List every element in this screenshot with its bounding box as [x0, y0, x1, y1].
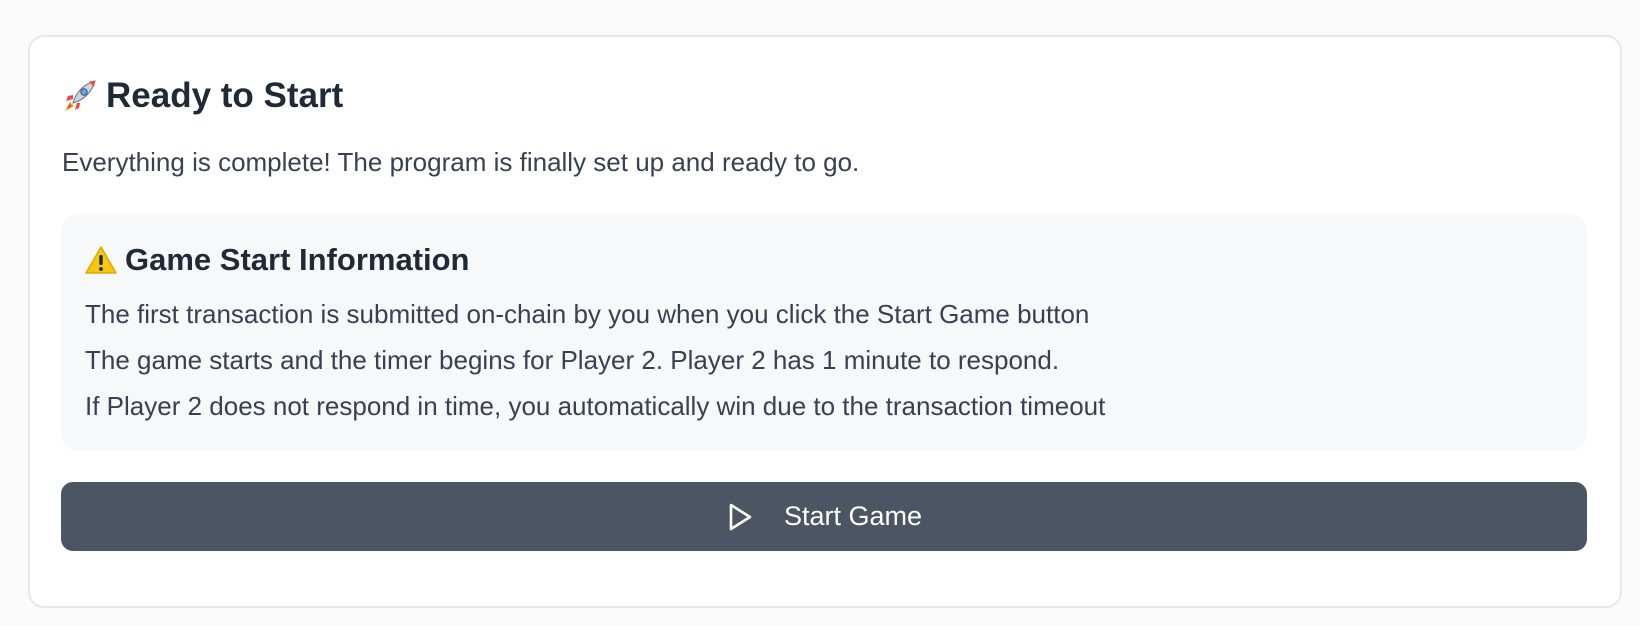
- start-game-button[interactable]: Start Game: [61, 482, 1587, 551]
- info-title-text: Game Start Information: [125, 242, 470, 277]
- rocket-icon: [62, 78, 98, 114]
- card-title-text: Ready to Start: [106, 76, 344, 115]
- play-icon: [726, 502, 754, 532]
- game-start-info-box: Game Start Information The first transac…: [61, 214, 1587, 451]
- start-game-label: Start Game: [783, 501, 923, 531]
- warning-icon: [85, 245, 117, 275]
- info-line: The first transaction is submitted on-ch…: [85, 299, 1090, 329]
- ready-card: Ready to Start Everything is complete! T…: [28, 35, 1622, 608]
- card-description: Everything is complete! The program is f…: [62, 147, 860, 177]
- info-line: If Player 2 does not respond in time, yo…: [85, 391, 1106, 421]
- card-heading: Ready to Start: [62, 75, 343, 117]
- info-line: The game starts and the timer begins for…: [85, 345, 1060, 375]
- info-heading: Game Start Information: [85, 240, 470, 280]
